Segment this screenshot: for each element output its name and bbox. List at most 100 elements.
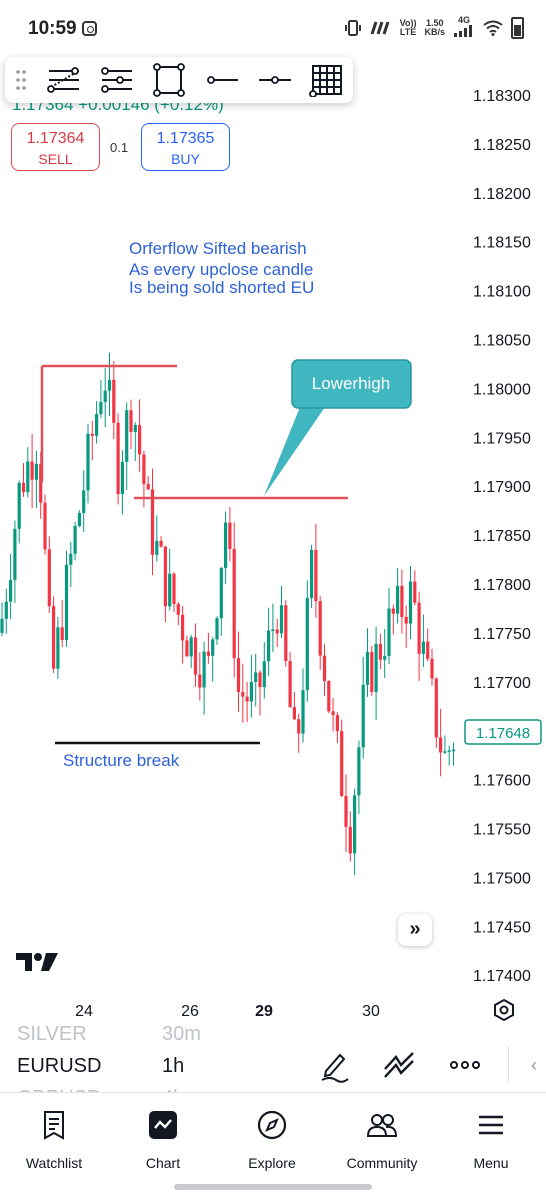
candle-up — [421, 641, 425, 654]
community-icon — [366, 1114, 398, 1137]
trend-lines-icon[interactable] — [45, 63, 83, 97]
nav-menu[interactable]: Menu — [441, 1109, 541, 1171]
lte-text: LTE — [399, 26, 417, 37]
candle-down — [138, 424, 142, 455]
price-axis[interactable]: 1.18300 1.18250 1.18200 1.18150 1.18100 1.180… — [473, 88, 531, 985]
candle-down — [314, 549, 318, 602]
candle-up — [365, 651, 370, 685]
price-tick-label: 1.17750 — [473, 626, 531, 643]
price-tick-label: 1.17400 — [473, 968, 531, 985]
rectangle-icon[interactable] — [150, 63, 188, 97]
price-tick-label: 1.17700 — [473, 675, 531, 692]
nav-label: Chart — [145, 1155, 181, 1171]
time-tick-label: 24 — [75, 1003, 93, 1020]
candle-down — [284, 605, 288, 661]
buy-label: BUY — [171, 151, 200, 167]
price-tick-label: 1.17850 — [473, 528, 531, 545]
candle-down — [430, 658, 434, 679]
candle-down — [340, 731, 344, 797]
candle-down — [297, 719, 301, 734]
structure-break-label[interactable]: Structure break — [63, 751, 180, 770]
candle-down — [116, 422, 120, 495]
drawing-tools-icon[interactable] — [382, 1047, 416, 1083]
callout-pointer — [264, 407, 325, 496]
note-line-2: As every upclose candle — [129, 260, 313, 279]
buy-button[interactable]: 1.17365 BUY — [141, 123, 230, 171]
candle-down — [417, 602, 421, 654]
candles-layer — [0, 352, 456, 875]
signal-bars-icon — [370, 21, 390, 34]
menu-icon — [479, 1115, 503, 1135]
sell-button[interactable]: 1.17364 SELL — [11, 123, 100, 171]
candle-down — [90, 433, 94, 436]
analysis-note[interactable]: Orferflow Sifted bearish As every upclos… — [129, 239, 314, 297]
candle-down — [258, 672, 262, 688]
sell-label: SELL — [38, 151, 73, 167]
candle-up — [125, 410, 129, 462]
candle-down — [236, 658, 241, 692]
wifi-icon — [483, 20, 503, 36]
more-icon[interactable] — [448, 1047, 482, 1083]
speed-unit: KB/s — [424, 26, 445, 37]
status-icons: Vo)) LTE 1.50 KB/s 4G — [344, 16, 524, 39]
candle-down — [391, 608, 395, 614]
sell-price: 1.17364 — [26, 130, 85, 147]
candle-up — [267, 630, 271, 662]
candle-down — [434, 678, 438, 738]
candle-down — [181, 614, 185, 641]
collapse-panel-arrow-icon[interactable]: ‹ — [508, 1046, 546, 1084]
candle-up — [26, 461, 30, 493]
scroll-to-realtime-button[interactable]: » — [398, 914, 432, 946]
price-tick-label: 1.18050 — [473, 333, 531, 350]
candle-down — [176, 603, 180, 615]
candle-down — [228, 522, 232, 549]
price-tick-label: 1.18200 — [473, 186, 531, 203]
nav-community[interactable]: Community — [332, 1109, 432, 1171]
horizontal-line-icon[interactable] — [256, 63, 294, 97]
status-bar: 10:59 Vo)) LTE 1.50 KB/s 4G — [0, 0, 546, 60]
candle-up — [107, 379, 112, 391]
candle-up — [387, 608, 391, 657]
last-price-text: 1.17648 — [476, 725, 530, 742]
fib-tools-icon[interactable] — [98, 63, 136, 97]
price-tick-label: 1.18100 — [473, 284, 531, 301]
symbol-timeframe: 30m — [162, 1023, 201, 1045]
nav-explore[interactable]: Explore — [222, 1109, 322, 1171]
candle-up — [73, 525, 77, 554]
candle-down — [322, 655, 327, 681]
nav-chart[interactable]: Chart — [113, 1109, 213, 1171]
candle-up — [271, 629, 275, 632]
candle-up — [13, 528, 17, 580]
pen-icon[interactable] — [318, 1047, 352, 1083]
nav-watchlist[interactable]: Watchlist — [4, 1109, 104, 1171]
candle-down — [439, 737, 443, 753]
drawing-toolbar — [5, 57, 353, 103]
candle-up — [69, 553, 73, 565]
price-tick-label: 1.17950 — [473, 430, 531, 447]
nav-label: Menu — [473, 1155, 509, 1171]
horizontal-ray-icon[interactable] — [203, 63, 241, 97]
time-tick-label: 30 — [362, 1003, 380, 1020]
price-chart[interactable]: 1.18300 1.18250 1.18200 1.18150 1.18100 1.180… — [0, 60, 546, 1060]
watchlist-icon — [44, 1111, 64, 1140]
home-indicator[interactable] — [174, 1184, 372, 1190]
grid-icon[interactable] — [308, 63, 346, 97]
price-tick-label: 1.17550 — [473, 822, 531, 839]
lowerhigh-callout[interactable]: Lowerhigh — [264, 359, 412, 496]
order-quantity[interactable]: 0.1 — [110, 140, 128, 155]
candle-up — [219, 567, 223, 619]
candle-down — [245, 696, 249, 702]
candle-up — [103, 390, 107, 402]
drag-handle-icon[interactable] — [15, 69, 27, 91]
nav-label: Explore — [248, 1155, 296, 1171]
candle-down — [404, 616, 408, 624]
candle-up — [353, 795, 357, 854]
candle-down — [327, 680, 331, 712]
time-axis[interactable]: 24 26 29 30 — [75, 1003, 380, 1020]
candle-up — [357, 747, 361, 796]
note-line-1: Orferflow Sifted bearish — [129, 239, 307, 258]
candle-up — [305, 597, 309, 691]
candle-up — [301, 690, 305, 734]
candle-up — [383, 656, 387, 660]
chart-settings-icon[interactable] — [492, 998, 516, 1022]
